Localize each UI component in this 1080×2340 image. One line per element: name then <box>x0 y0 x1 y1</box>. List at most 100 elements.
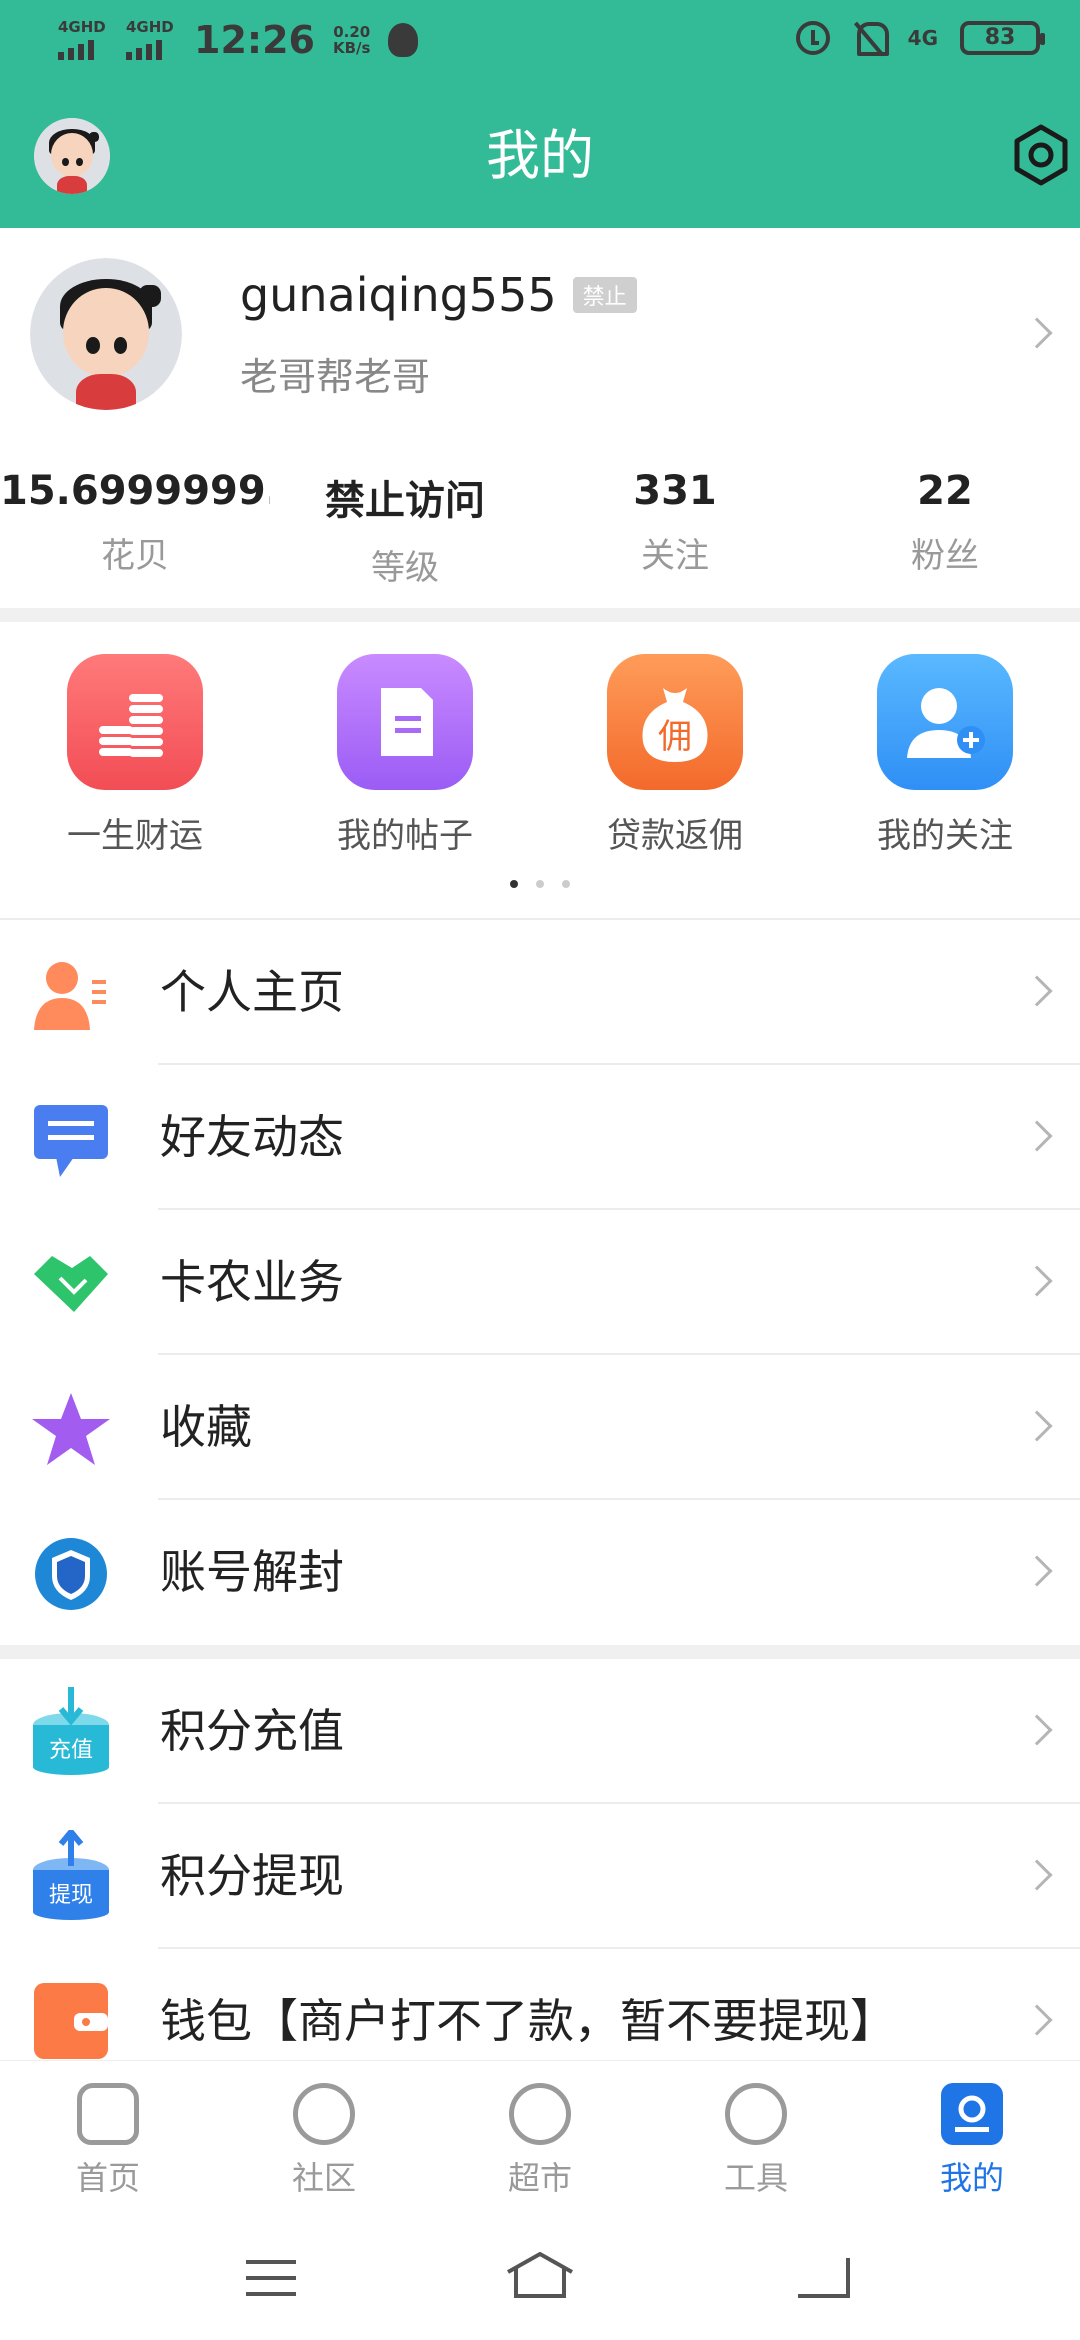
menu-item-label: 卡农业务 <box>160 1255 344 1309</box>
menu-item-label: 好友动态 <box>160 1110 344 1164</box>
tab-mine[interactable]: 我的 <box>864 2061 1080 2210</box>
money-bag-icon: 佣 <box>607 654 743 790</box>
chevron-right-icon <box>1021 1265 1053 1297</box>
page-title: 我的 <box>486 124 594 187</box>
quick-action-label: 我的帖子 <box>337 816 473 856</box>
recharge-icon: 充值 <box>30 1685 112 1775</box>
home-nav-icon[interactable] <box>506 2251 574 2298</box>
stats-row: 15.6999999... 花贝 禁止访问 等级 331 关注 22 粉丝 <box>0 468 1080 589</box>
chat-bubble-icon <box>30 1101 112 1177</box>
svg-text:充值: 充值 <box>49 1738 93 1763</box>
menu-item-points-recharge[interactable]: 充值 积分充值 <box>0 1659 1080 1804</box>
signal-label-2: 4GHD <box>126 18 174 36</box>
star-icon <box>30 1391 112 1467</box>
signal-indicator-1: 4GHD <box>58 20 108 60</box>
stat-value: 331 <box>633 468 717 514</box>
chevron-right-icon <box>1021 975 1053 1007</box>
tab-label: 我的 <box>939 2159 1004 2197</box>
market-icon <box>509 2083 571 2145</box>
menu-group-1: 个人主页 好友动态 卡农业务 收藏 账号解封 <box>0 920 1080 1645</box>
menu-item-kanong-business[interactable]: 卡农业务 <box>0 1210 1080 1355</box>
speed-value: 0.20 <box>333 23 371 41</box>
chevron-right-icon[interactable] <box>1021 317 1053 349</box>
network-type: 4G <box>907 26 938 50</box>
stat-huabei[interactable]: 15.6999999... 花贝 <box>0 468 270 589</box>
section-divider <box>0 1645 1080 1659</box>
stat-value: 22 <box>917 468 973 514</box>
signal-label-1: 4GHD <box>58 18 106 36</box>
stat-fans[interactable]: 22 粉丝 <box>810 468 1080 589</box>
menu-item-label: 积分充值 <box>160 1704 344 1758</box>
qq-penguin-icon <box>388 23 419 57</box>
username: gunaiqing555 <box>240 268 557 322</box>
menu-group-2: 充值 积分充值 提现 积分提现 钱包【商户打不了款，暂不要提现】 <box>0 1659 1080 2094</box>
menu-item-label: 收藏 <box>160 1400 252 1454</box>
menu-item-favorites[interactable]: 收藏 <box>0 1355 1080 1500</box>
signal-indicator-2: 4GHD <box>126 20 176 60</box>
menu-icon[interactable] <box>246 2260 296 2296</box>
tab-label: 社区 <box>291 2159 356 2197</box>
profile-icon <box>941 2083 1003 2145</box>
personal-card-icon <box>30 956 112 1032</box>
tab-label: 工具 <box>723 2159 788 2197</box>
stat-level[interactable]: 禁止访问 等级 <box>270 468 540 589</box>
bottom-tab-bar: 首页 社区 超市 工具 我的 <box>0 2060 1080 2210</box>
stat-label: 粉丝 <box>911 536 979 576</box>
svg-text:佣: 佣 <box>658 717 692 757</box>
chevron-right-icon <box>1021 2004 1053 2036</box>
menu-item-account-unban[interactable]: 账号解封 <box>0 1500 1080 1645</box>
tab-home[interactable]: 首页 <box>0 2061 216 2210</box>
menu-item-label: 积分提现 <box>160 1849 344 1903</box>
profile-card[interactable]: gunaiqing555 禁止 老哥帮老哥 15.6999999... 花贝 禁… <box>0 228 1080 608</box>
clock: 12:26 <box>194 18 315 62</box>
quick-action-fortune[interactable]: 一生财运 <box>0 654 270 857</box>
coins-icon <box>67 654 203 790</box>
home-icon <box>77 2083 139 2145</box>
add-user-icon <box>877 654 1013 790</box>
menu-item-points-withdraw[interactable]: 提现 积分提现 <box>0 1804 1080 1949</box>
mute-bell-icon <box>852 20 889 56</box>
tab-label: 超市 <box>507 2159 572 2197</box>
chevron-right-icon <box>1021 1555 1053 1587</box>
wallet-icon <box>30 1979 112 2063</box>
tab-tools[interactable]: 工具 <box>648 2061 864 2210</box>
network-speed: 0.20 KB/s <box>333 24 370 56</box>
menu-item-friend-feed[interactable]: 好友动态 <box>0 1065 1080 1210</box>
stat-label: 关注 <box>641 536 709 576</box>
handshake-icon <box>30 1246 112 1322</box>
stat-following[interactable]: 331 关注 <box>540 468 810 589</box>
profile-avatar[interactable] <box>30 258 182 410</box>
quick-action-label: 一生财运 <box>67 816 203 856</box>
battery-indicator: 83 <box>960 21 1045 55</box>
header-bar: 4GHD 4GHD 12:26 0.20 KB/s 4G 83 我的 <box>0 0 1080 228</box>
settings-gear-icon[interactable] <box>1010 124 1072 186</box>
back-icon[interactable] <box>798 2258 850 2298</box>
svg-text:提现: 提现 <box>49 1883 93 1908</box>
status-badge: 禁止 <box>572 277 637 313</box>
quick-action-my-posts[interactable]: 我的帖子 <box>270 654 540 857</box>
page-indicator <box>0 880 1080 888</box>
chevron-right-icon <box>1021 1120 1053 1152</box>
chevron-right-icon <box>1021 1410 1053 1442</box>
quick-action-loan-rebate[interactable]: 佣 贷款返佣 <box>540 654 810 857</box>
tab-label: 首页 <box>75 2159 140 2197</box>
menu-item-label: 账号解封 <box>160 1545 344 1599</box>
chevron-right-icon <box>1021 1859 1053 1891</box>
stat-value: 禁止访问 <box>325 478 485 524</box>
speed-unit: KB/s <box>332 39 371 57</box>
username-row: gunaiqing555 禁止 <box>240 268 637 322</box>
status-bar: 4GHD 4GHD 12:26 0.20 KB/s 4G 83 <box>0 0 1080 84</box>
user-motto: 老哥帮老哥 <box>240 355 431 399</box>
menu-item-personal-page[interactable]: 个人主页 <box>0 920 1080 1065</box>
stat-value: 15.6999999... <box>0 468 270 514</box>
quick-action-label: 我的关注 <box>877 816 1013 856</box>
tab-community[interactable]: 社区 <box>216 2061 432 2210</box>
shield-icon <box>30 1536 112 1612</box>
stat-label: 等级 <box>371 548 439 588</box>
chevron-right-icon <box>1021 1714 1053 1746</box>
quick-actions-grid: 一生财运 我的帖子 佣 贷款返佣 我的关注 <box>0 622 1080 918</box>
tab-market[interactable]: 超市 <box>432 2061 648 2210</box>
document-icon <box>337 654 473 790</box>
system-navigation-bar <box>0 2210 1080 2340</box>
quick-action-my-follows[interactable]: 我的关注 <box>810 654 1080 857</box>
